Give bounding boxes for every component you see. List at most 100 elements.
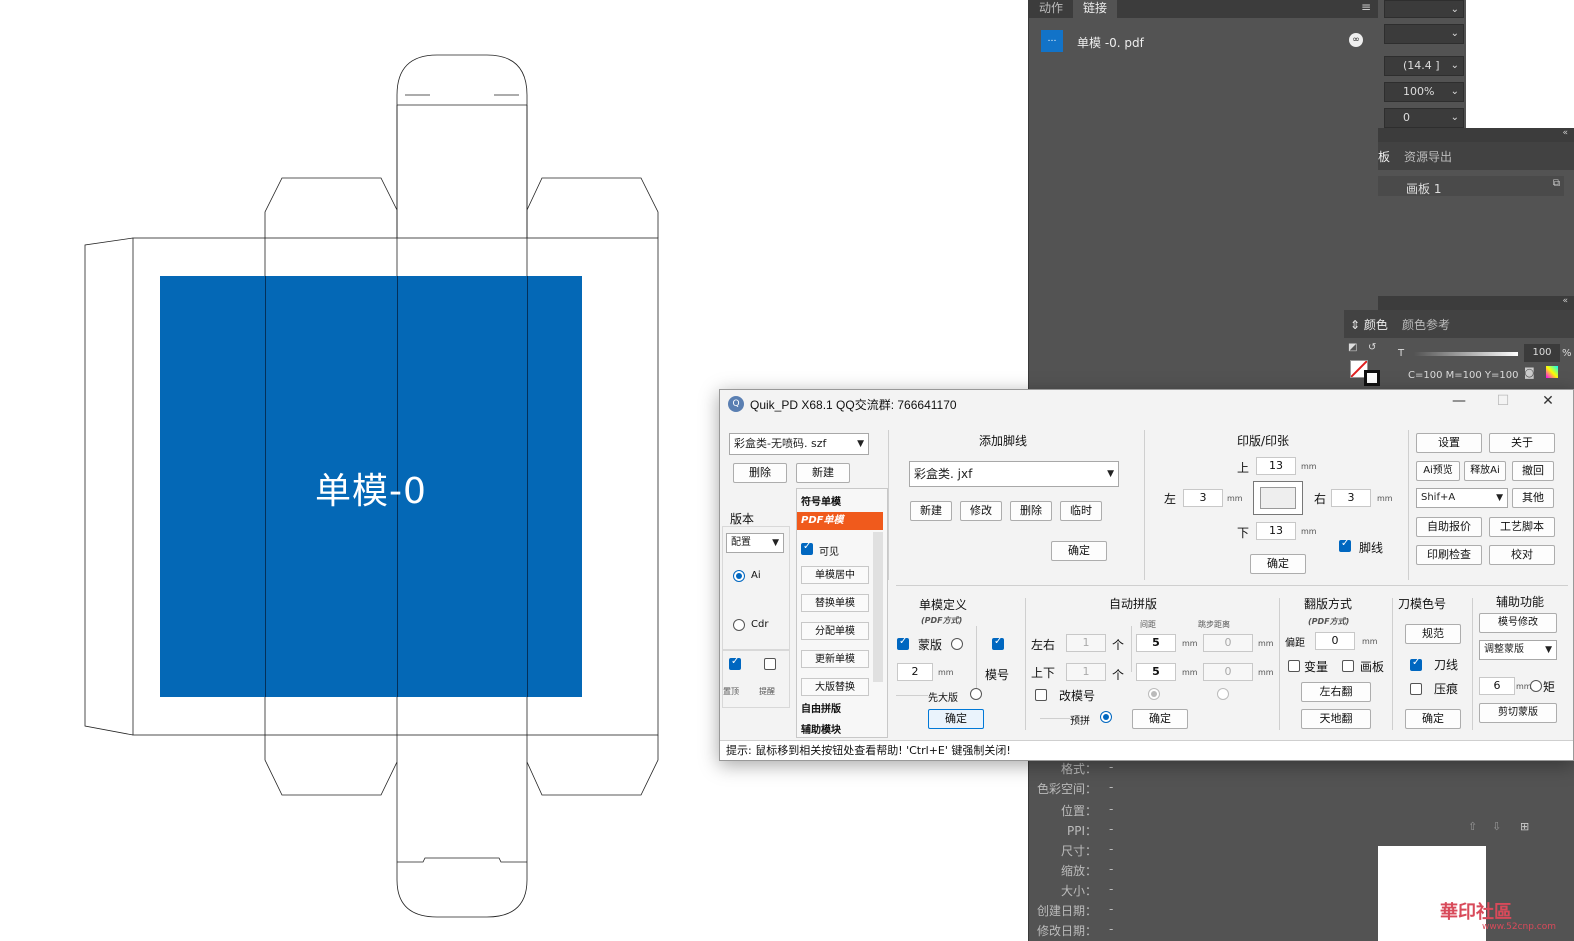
margin-bottom-input[interactable]: 13	[1256, 522, 1296, 540]
pin-top-checkbox[interactable]	[729, 656, 741, 670]
ud-gap-input[interactable]: 5	[1136, 663, 1176, 681]
radio-cdr[interactable]	[733, 619, 745, 631]
ud-count-input[interactable]: 1	[1066, 663, 1106, 681]
auto-confirm-button[interactable]: 确定	[1132, 709, 1188, 729]
tint-value[interactable]: 100	[1524, 344, 1560, 362]
single-value-input[interactable]: 2	[897, 663, 933, 681]
first-big-radio[interactable]	[970, 688, 982, 700]
proofread-button[interactable]: 校对	[1489, 545, 1555, 565]
ai-preview-button[interactable]: Ai预览	[1416, 461, 1460, 481]
shortcut-select[interactable]: Shif+A ▼	[1416, 488, 1508, 508]
maximize-icon[interactable]: ☐	[1488, 393, 1518, 413]
spectrum-icon[interactable]	[1546, 366, 1558, 378]
panel-collapse-bar[interactable]: «	[1378, 296, 1574, 310]
vary-checkbox[interactable]	[1288, 660, 1300, 672]
control-row[interactable]: ⌄	[1384, 24, 1464, 44]
scale-field[interactable]: 100% ⌄	[1384, 82, 1464, 102]
settings-button[interactable]: 设置	[1416, 433, 1482, 453]
aux-value-input[interactable]: 6	[1479, 677, 1515, 695]
panel-collapse-bar[interactable]: «	[1378, 128, 1574, 142]
module-free-impose[interactable]: 自由拼版	[801, 700, 841, 715]
radio-ai[interactable]	[733, 570, 745, 582]
undo-button[interactable]: 撤回	[1512, 461, 1554, 481]
lr-jump-input[interactable]: 0	[1203, 634, 1253, 652]
single-confirm-button[interactable]: 确定	[928, 709, 984, 729]
tab-asset-export[interactable]: 资源导出	[1404, 148, 1452, 165]
knife-line-checkbox[interactable]	[1410, 657, 1422, 671]
change-no-checkbox[interactable]	[1035, 689, 1047, 701]
chevron-down-icon[interactable]: ⌄	[1451, 109, 1459, 127]
footline-checkbox[interactable]	[1339, 538, 1351, 552]
chevron-down-icon[interactable]: ⌄	[1451, 1, 1459, 19]
lr-pre-radio[interactable]	[1148, 688, 1160, 700]
mask-radio[interactable]	[951, 638, 963, 650]
collapse-icon[interactable]: «	[1562, 128, 1568, 138]
artboard-item[interactable]: 画板 1 ⧉	[1378, 176, 1564, 196]
artboard-options-icon[interactable]: ⧉	[1553, 178, 1560, 189]
tint-slider[interactable]	[1414, 352, 1518, 356]
tracking-field[interactable]: (14.4 ] ⌄	[1384, 56, 1464, 76]
dialog-titlebar[interactable]: Q Quik_PD X68.1 QQ交流群: 766641170 — ☐ ✕	[720, 390, 1573, 418]
foot-template-select[interactable]: 彩盒类. jxf ▼	[909, 461, 1119, 487]
link-item[interactable]: … 单模 -0. pdf ∞	[1037, 28, 1369, 54]
print-confirm-button[interactable]: 确定	[1250, 554, 1306, 574]
chevron-down-icon[interactable]: ⌄	[1451, 83, 1459, 101]
module-aux[interactable]: 辅助模块	[801, 721, 841, 736]
template-file-select[interactable]: 彩盒类-无喷码. szf ▼	[729, 433, 869, 455]
minimize-icon[interactable]: —	[1444, 393, 1474, 413]
crease-checkbox[interactable]	[1410, 683, 1422, 695]
link-chain-icon[interactable]: ∞	[1349, 33, 1363, 47]
tab-color-guide[interactable]: 颜色参考	[1402, 316, 1450, 333]
foot-edit-button[interactable]: 修改	[960, 501, 1002, 521]
default-colors-icon[interactable]: ◩	[1348, 342, 1364, 356]
update-single-button[interactable]: 更新单模	[801, 650, 869, 668]
self-quote-button[interactable]: 自助报价	[1416, 517, 1482, 537]
mold-no-checkbox[interactable]	[992, 636, 1004, 650]
ud-jump-input[interactable]: 0	[1203, 663, 1253, 681]
norm-button[interactable]: 规范	[1405, 624, 1461, 644]
collapse-icon[interactable]: «	[1562, 296, 1568, 306]
foot-new-button[interactable]: 新建	[910, 501, 952, 521]
about-button[interactable]: 关于	[1489, 433, 1555, 453]
ud-flip-button[interactable]: 天地翻	[1301, 709, 1371, 729]
close-icon[interactable]: ✕	[1533, 393, 1563, 413]
lr-count-input[interactable]: 1	[1066, 634, 1106, 652]
add-artboard-icon[interactable]: ⊞	[1520, 820, 1529, 833]
mold-edit-button[interactable]: 模号修改	[1479, 613, 1557, 633]
chevron-down-icon[interactable]: ⌄	[1451, 57, 1459, 75]
move-down-icon[interactable]: ⇩	[1492, 820, 1501, 833]
list-scrollbar[interactable]	[873, 532, 883, 682]
margin-right-input[interactable]: 3	[1331, 489, 1371, 507]
module-pdf[interactable]: PDF单模	[797, 512, 883, 530]
margin-top-input[interactable]: 13	[1256, 457, 1296, 475]
rect-radio[interactable]	[1530, 680, 1542, 692]
visible-checkbox[interactable]	[801, 541, 813, 555]
new-template-button[interactable]: 新建	[796, 463, 850, 483]
chevron-down-icon[interactable]: ⌄	[1451, 25, 1459, 43]
ud-pre-radio[interactable]	[1217, 688, 1229, 700]
foot-confirm-button[interactable]: 确定	[1051, 541, 1107, 561]
move-up-icon[interactable]: ⇧	[1468, 820, 1477, 833]
board-checkbox[interactable]	[1342, 660, 1354, 672]
stroke-swatch[interactable]	[1364, 370, 1380, 386]
tab-actions[interactable]: 动作	[1029, 0, 1073, 18]
control-row[interactable]: ⌄	[1384, 0, 1464, 18]
mask-checkbox[interactable]	[897, 636, 909, 650]
pre-radio[interactable]	[1100, 711, 1112, 723]
process-script-button[interactable]: 工艺脚本	[1489, 517, 1555, 537]
release-ai-button[interactable]: 释放Ai	[1464, 461, 1506, 481]
lr-flip-button[interactable]: 左右翻	[1301, 682, 1371, 702]
lr-gap-input[interactable]: 5	[1136, 634, 1176, 652]
replace-single-button[interactable]: 替换单模	[801, 594, 869, 612]
foot-delete-button[interactable]: 删除	[1010, 501, 1052, 521]
knife-confirm-button[interactable]: 确定	[1405, 709, 1461, 729]
cut-mask-button[interactable]: 剪切蒙版	[1479, 703, 1557, 723]
other-button[interactable]: 其他	[1512, 488, 1554, 508]
hamburger-icon[interactable]: ≡	[1361, 0, 1371, 14]
foot-temp-button[interactable]: 临时	[1060, 501, 1102, 521]
center-single-button[interactable]: 单模居中	[801, 566, 869, 584]
delete-template-button[interactable]: 删除	[733, 463, 787, 483]
print-check-button[interactable]: 印刷检查	[1416, 545, 1482, 565]
assign-single-button[interactable]: 分配单模	[801, 622, 869, 640]
swap-colors-icon[interactable]: ↺	[1368, 342, 1376, 353]
